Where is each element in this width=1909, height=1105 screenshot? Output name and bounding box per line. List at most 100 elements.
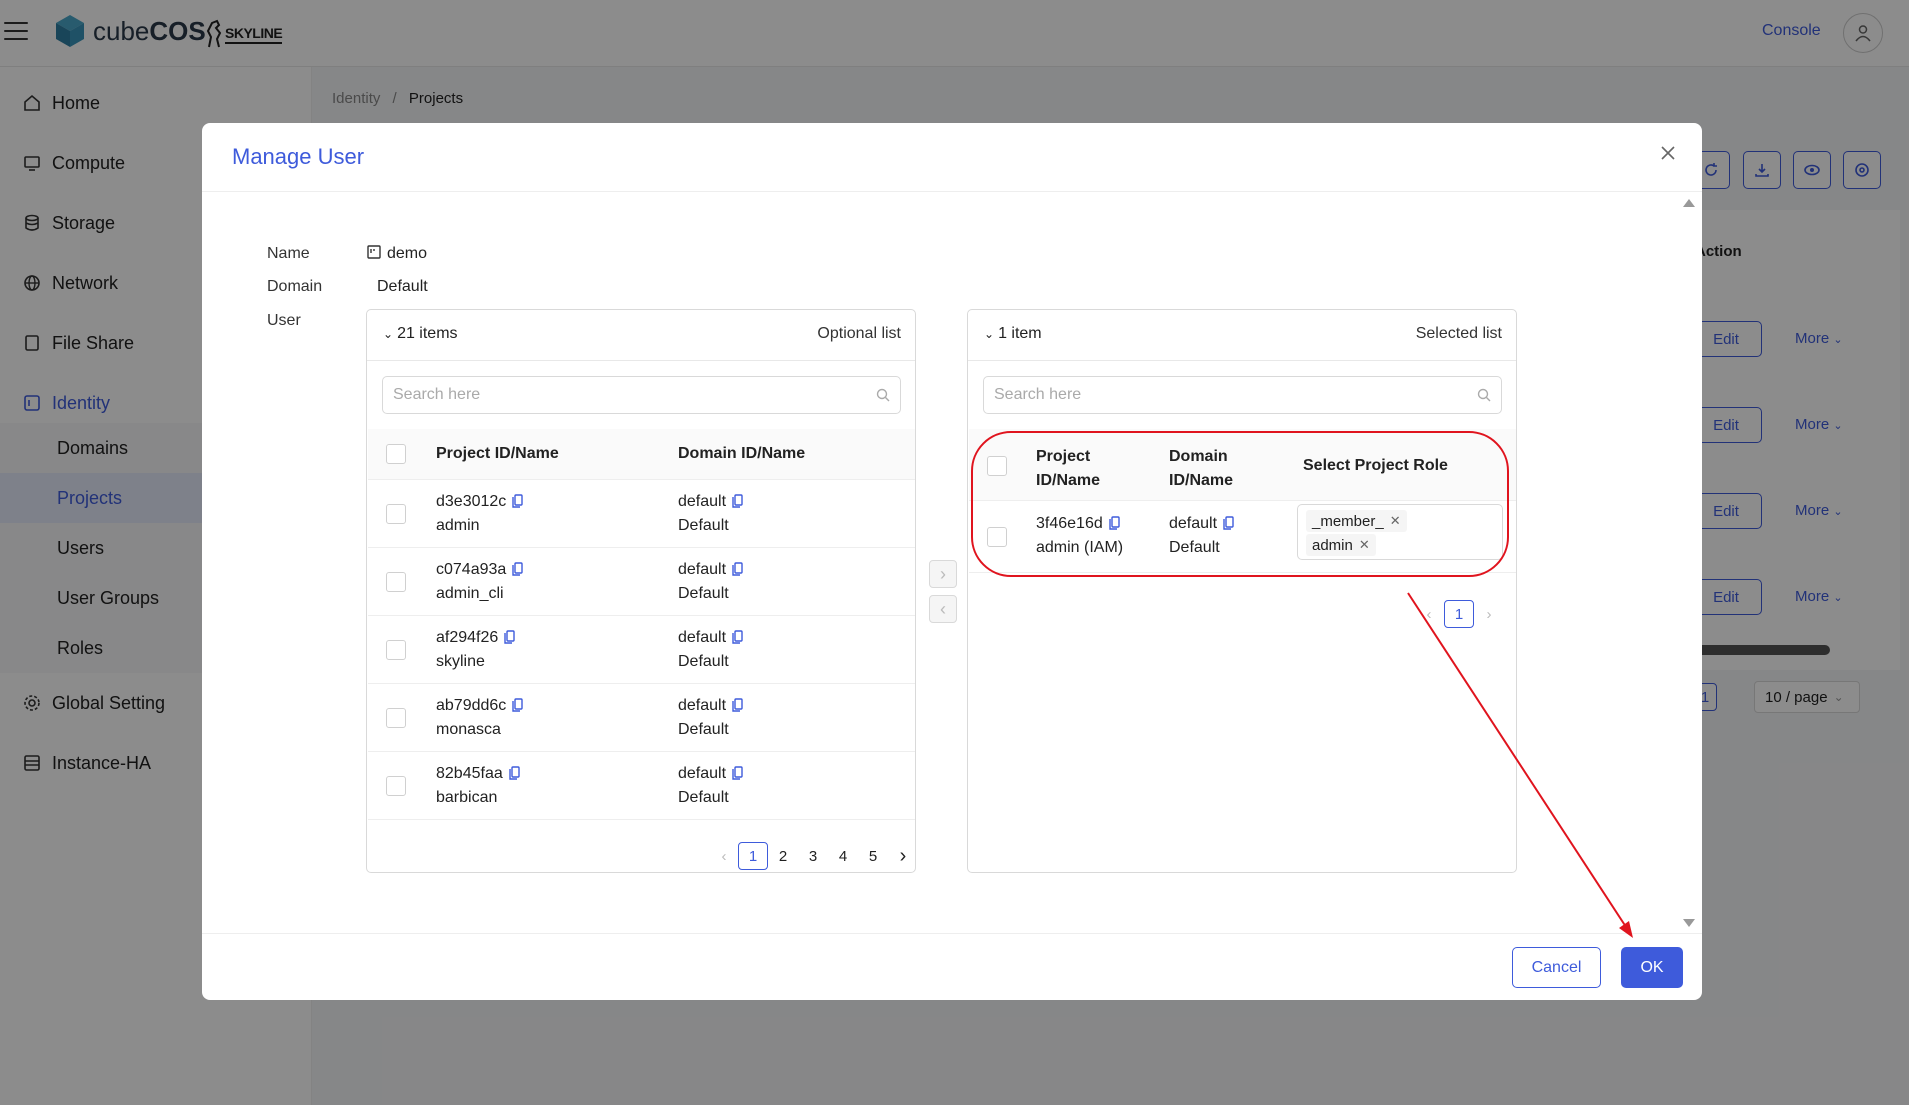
project-name: skyline xyxy=(436,653,485,670)
selected-list-count[interactable]: ⌄ 1 item xyxy=(984,325,1042,343)
row-checkbox[interactable] xyxy=(386,504,406,524)
domain-cell: default Default xyxy=(678,558,743,606)
optional-list-count[interactable]: ⌄ 21 items xyxy=(383,325,458,343)
row-checkbox[interactable] xyxy=(386,572,406,592)
copy-icon[interactable] xyxy=(512,494,523,508)
chevron-right-icon: › xyxy=(940,563,946,584)
domain-cell: default Default xyxy=(678,762,743,810)
project-cell: 82b45faa barbican xyxy=(436,762,520,810)
cancel-button[interactable]: Cancel xyxy=(1512,947,1601,988)
chevron-left-icon: ‹ xyxy=(940,598,946,619)
project-id: c074a93a xyxy=(436,561,507,578)
name-text: demo xyxy=(387,245,428,262)
row-checkbox[interactable] xyxy=(386,640,406,660)
project-cell: c074a93a admin_cli xyxy=(436,558,523,606)
page-2[interactable]: 2 xyxy=(768,842,798,870)
table-row[interactable]: 82b45faa barbican default Default xyxy=(368,752,915,820)
scroll-down-arrow-icon[interactable] xyxy=(1683,919,1695,927)
modal-footer-divider xyxy=(202,933,1702,934)
chevron-down-icon: ⌄ xyxy=(984,327,995,341)
selected-count-text: 1 item xyxy=(998,325,1042,342)
project-id: 82b45faa xyxy=(436,765,503,782)
table-row[interactable]: ab79dd6c monasca default Default xyxy=(368,684,915,752)
scroll-up-arrow-icon[interactable] xyxy=(1683,199,1695,207)
prev-page-button[interactable]: ‹ xyxy=(1414,600,1444,628)
domain-label: Domain xyxy=(267,278,323,295)
domain-name: Default xyxy=(678,585,729,602)
project-name: monasca xyxy=(436,721,501,738)
modal-header: Manage User xyxy=(202,123,1702,192)
domain-id: default xyxy=(678,629,727,646)
table-row[interactable]: d3e3012c admin default Default xyxy=(368,480,915,548)
domain-cell: default Default xyxy=(678,490,743,538)
domain-value: Default xyxy=(377,278,428,295)
domain-id: default xyxy=(678,697,727,714)
domain-id: default xyxy=(678,561,727,578)
copy-icon[interactable] xyxy=(732,698,743,712)
domain-id: default xyxy=(678,765,727,782)
selected-list-panel: ⌄1 item Selected list ProjectID/Name Dom… xyxy=(967,309,1517,873)
table-row[interactable]: c074a93a admin_cli default Default xyxy=(368,548,915,616)
copy-icon[interactable] xyxy=(509,766,520,780)
selected-list-header: ⌄ 1 item Selected list xyxy=(968,310,1516,361)
project-id: ab79dd6c xyxy=(436,697,507,714)
select-all-checkbox[interactable] xyxy=(386,444,406,464)
copy-icon[interactable] xyxy=(512,562,523,576)
move-left-button[interactable]: ‹ xyxy=(929,595,957,623)
name-value: demo xyxy=(367,245,427,263)
prev-page-button[interactable]: ‹ xyxy=(709,842,739,870)
table-row[interactable]: af294f26 skyline default Default xyxy=(368,616,915,684)
search-icon[interactable] xyxy=(1477,388,1491,402)
domain-id: default xyxy=(678,493,727,510)
domain-name: Default xyxy=(678,789,729,806)
page-5[interactable]: 5 xyxy=(858,842,888,870)
optional-list-title: Optional list xyxy=(817,325,901,342)
next-page-button[interactable]: › xyxy=(888,842,918,870)
project-id: af294f26 xyxy=(436,629,499,646)
optional-table-header: Project ID/Name Domain ID/Name xyxy=(368,429,915,480)
optional-list-header: ⌄ 21 items Optional list xyxy=(367,310,915,361)
optional-list-panel: ⌄21 items Optional list Project ID/Name … xyxy=(366,309,916,873)
next-page-button[interactable]: › xyxy=(1474,600,1504,628)
name-label: Name xyxy=(267,245,310,262)
copy-icon[interactable] xyxy=(504,630,515,644)
user-badge-icon xyxy=(367,245,381,259)
domain-name: Default xyxy=(678,517,729,534)
search-icon[interactable] xyxy=(876,388,890,402)
domain-cell: default Default xyxy=(678,626,743,674)
row-checkbox[interactable] xyxy=(386,776,406,796)
modal-title: Manage User xyxy=(232,144,365,169)
project-cell: ab79dd6c monasca xyxy=(436,694,523,742)
project-name: barbican xyxy=(436,789,498,806)
page-1[interactable]: 1 xyxy=(738,842,768,870)
selected-list-title: Selected list xyxy=(1415,325,1502,342)
copy-icon[interactable] xyxy=(732,494,743,508)
app-root: cubeCOS SKYLINE Console Home Compute Sto… xyxy=(0,0,1909,1105)
selected-search xyxy=(983,376,1502,414)
col-domain-header: Domain ID/Name xyxy=(678,445,806,462)
user-label: User xyxy=(267,312,301,329)
optional-search-input[interactable] xyxy=(383,377,863,413)
page-4[interactable]: 4 xyxy=(828,842,858,870)
copy-icon[interactable] xyxy=(512,698,523,712)
project-name: admin xyxy=(436,517,480,534)
move-right-button[interactable]: › xyxy=(929,560,957,588)
col-project-header: Project ID/Name xyxy=(436,445,559,462)
optional-search xyxy=(382,376,901,414)
page-1[interactable]: 1 xyxy=(1444,600,1474,628)
page-3[interactable]: 3 xyxy=(798,842,828,870)
project-name: admin_cli xyxy=(436,585,504,602)
copy-icon[interactable] xyxy=(732,766,743,780)
ok-button[interactable]: OK xyxy=(1621,947,1683,988)
copy-icon[interactable] xyxy=(732,630,743,644)
close-icon[interactable] xyxy=(1658,143,1678,163)
selected-search-input[interactable] xyxy=(984,377,1464,413)
row-checkbox[interactable] xyxy=(386,708,406,728)
project-id: d3e3012c xyxy=(436,493,507,510)
domain-cell: default Default xyxy=(678,694,743,742)
project-cell: d3e3012c admin xyxy=(436,490,523,538)
annotation-highlight xyxy=(971,431,1509,577)
domain-name: Default xyxy=(678,653,729,670)
copy-icon[interactable] xyxy=(732,562,743,576)
domain-name: Default xyxy=(678,721,729,738)
